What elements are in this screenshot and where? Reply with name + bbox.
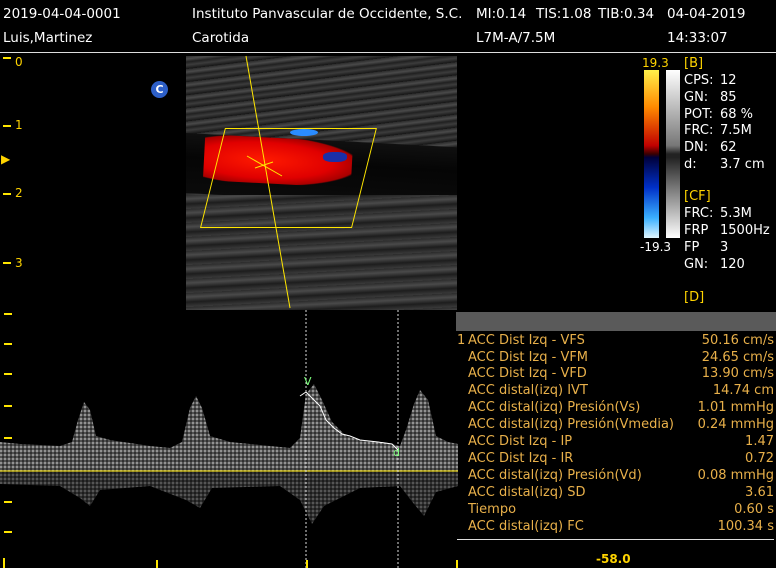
measurement-label: ACC distal(izq) Presión(Vmedia): [468, 417, 675, 432]
measurement-row: ACC distal(izq) SD 3.61: [457, 485, 774, 501]
measurement-row: ACC Dist Izq - VFM 24.65 cm/s: [457, 350, 774, 366]
measurement-row: ACC distal(izq) Presión(Vs) 1.01 mmHg: [457, 400, 774, 416]
measurement-label: ACC Dist Izq - IP: [468, 434, 573, 449]
measurement-label: ACC Dist Izq - VFD: [468, 366, 587, 381]
doppler-spectrum: [0, 310, 458, 568]
measurement-value: 0.08 mmHg: [697, 468, 774, 483]
velocity-ticks: [3, 313, 12, 568]
time-ticks: [156, 560, 458, 568]
cf-param-key: GN:: [684, 257, 709, 272]
b-param-value: 68 %: [720, 107, 754, 122]
measurement-value: 1.01 mmHg: [697, 400, 774, 415]
cf-param-value: 3: [720, 240, 729, 255]
measurement-label: Tiempo: [468, 502, 517, 517]
color-scale-top: 19.3: [642, 56, 669, 70]
measurement-row: ACC Dist Izq - VFD 13.90 cm/s: [457, 366, 774, 382]
measurement-label: ACC distal(izq) SD: [468, 485, 586, 500]
b-param-key: FRC:: [684, 123, 714, 138]
b-param-key: CPS:: [684, 73, 714, 88]
b-param-key: POT:: [684, 107, 713, 122]
b-param-key: GN:: [684, 90, 709, 105]
velocity-bottom-label: -58.0: [596, 552, 631, 566]
cf-param-key: FRP: [684, 223, 709, 238]
angle-correct-line: [246, 155, 283, 177]
measurement-value: 0.24 mmHg: [697, 417, 774, 432]
measurement-row: ACC Dist Izq - IR 0.72: [457, 451, 774, 467]
measurement-label: ACC distal(izq) Presión(Vs): [468, 400, 641, 415]
measurement-label: ACC Dist Izq - IR: [468, 451, 574, 466]
measurement-index: 1: [457, 333, 466, 348]
cf-param-key: FP: [684, 240, 700, 255]
measurement-value: 0.60 s: [734, 502, 774, 517]
measurement-row: ACC distal(izq) IVT 14.74 cm: [457, 383, 774, 399]
measurement-label: ACC distal(izq) IVT: [468, 383, 588, 398]
systolic-mark: V: [304, 375, 312, 388]
measurements-header-bar: [456, 312, 776, 331]
measurement-row: ACC distal(izq) Presión(Vd) 0.08 mmHg: [457, 468, 774, 484]
measurement-value: 50.16 cm/s: [701, 333, 774, 348]
gray-scale-bar: [666, 70, 680, 238]
cf-params-title: [CF]: [684, 189, 711, 204]
d-params-title: [D]: [684, 290, 705, 305]
ultrasound-screen: { "header": { "patient_id": "2019-04-04-…: [0, 0, 776, 568]
measurement-row: 1 ACC Dist Izq - VFS 50.16 cm/s: [457, 333, 774, 349]
spectrum-reverse: [0, 471, 458, 524]
cf-param-value: 120: [720, 257, 745, 272]
measurement-label: ACC distal(izq) Presión(Vd): [468, 468, 642, 483]
b-param-value: 3.7 cm: [720, 157, 765, 172]
b-param-value: 85: [720, 90, 737, 105]
sample-gate: [254, 161, 274, 169]
b-param-key: d:: [684, 157, 697, 172]
measurement-value: 100.34 s: [717, 519, 774, 534]
diastolic-mark: d: [393, 446, 400, 459]
cf-param-key: FRC:: [684, 206, 714, 221]
measurement-value: 0.72: [745, 451, 774, 466]
color-scale-bottom: -19.3: [640, 240, 672, 254]
doppler-cursor-line: [245, 55, 291, 309]
measurement-value: 3.61: [745, 485, 774, 500]
b-param-key: DN:: [684, 140, 709, 155]
measurement-value: 1.47: [745, 434, 774, 449]
measurement-row: Tiempo 0.60 s: [457, 502, 774, 518]
b-param-value: 12: [720, 73, 737, 88]
b-param-value: 62: [720, 140, 737, 155]
cf-param-value: 1500Hz: [720, 223, 770, 238]
measurement-row: ACC Dist Izq - IP 1.47: [457, 434, 774, 450]
b-params-title: [B]: [684, 56, 704, 71]
measurement-value: 13.90 cm/s: [701, 366, 774, 381]
color-scale-bar: [644, 70, 659, 238]
measurement-row: ACC distal(izq) Presión(Vmedia) 0.24 mmH…: [457, 417, 774, 433]
b-param-value: 7.5M: [720, 123, 752, 138]
measurements-divider: [457, 539, 774, 540]
spectrum-waveform: [0, 384, 458, 471]
measurement-label: ACC distal(izq) FC: [468, 519, 584, 534]
measurement-label: ACC Dist Izq - VFM: [468, 350, 589, 365]
measurement-value: 24.65 cm/s: [701, 350, 774, 365]
measurement-row: ACC distal(izq) FC 100.34 s: [457, 519, 774, 535]
measurement-value: 14.74 cm: [712, 383, 774, 398]
cf-param-value: 5.3M: [720, 206, 752, 221]
measurement-label: ACC Dist Izq - VFS: [468, 333, 585, 348]
